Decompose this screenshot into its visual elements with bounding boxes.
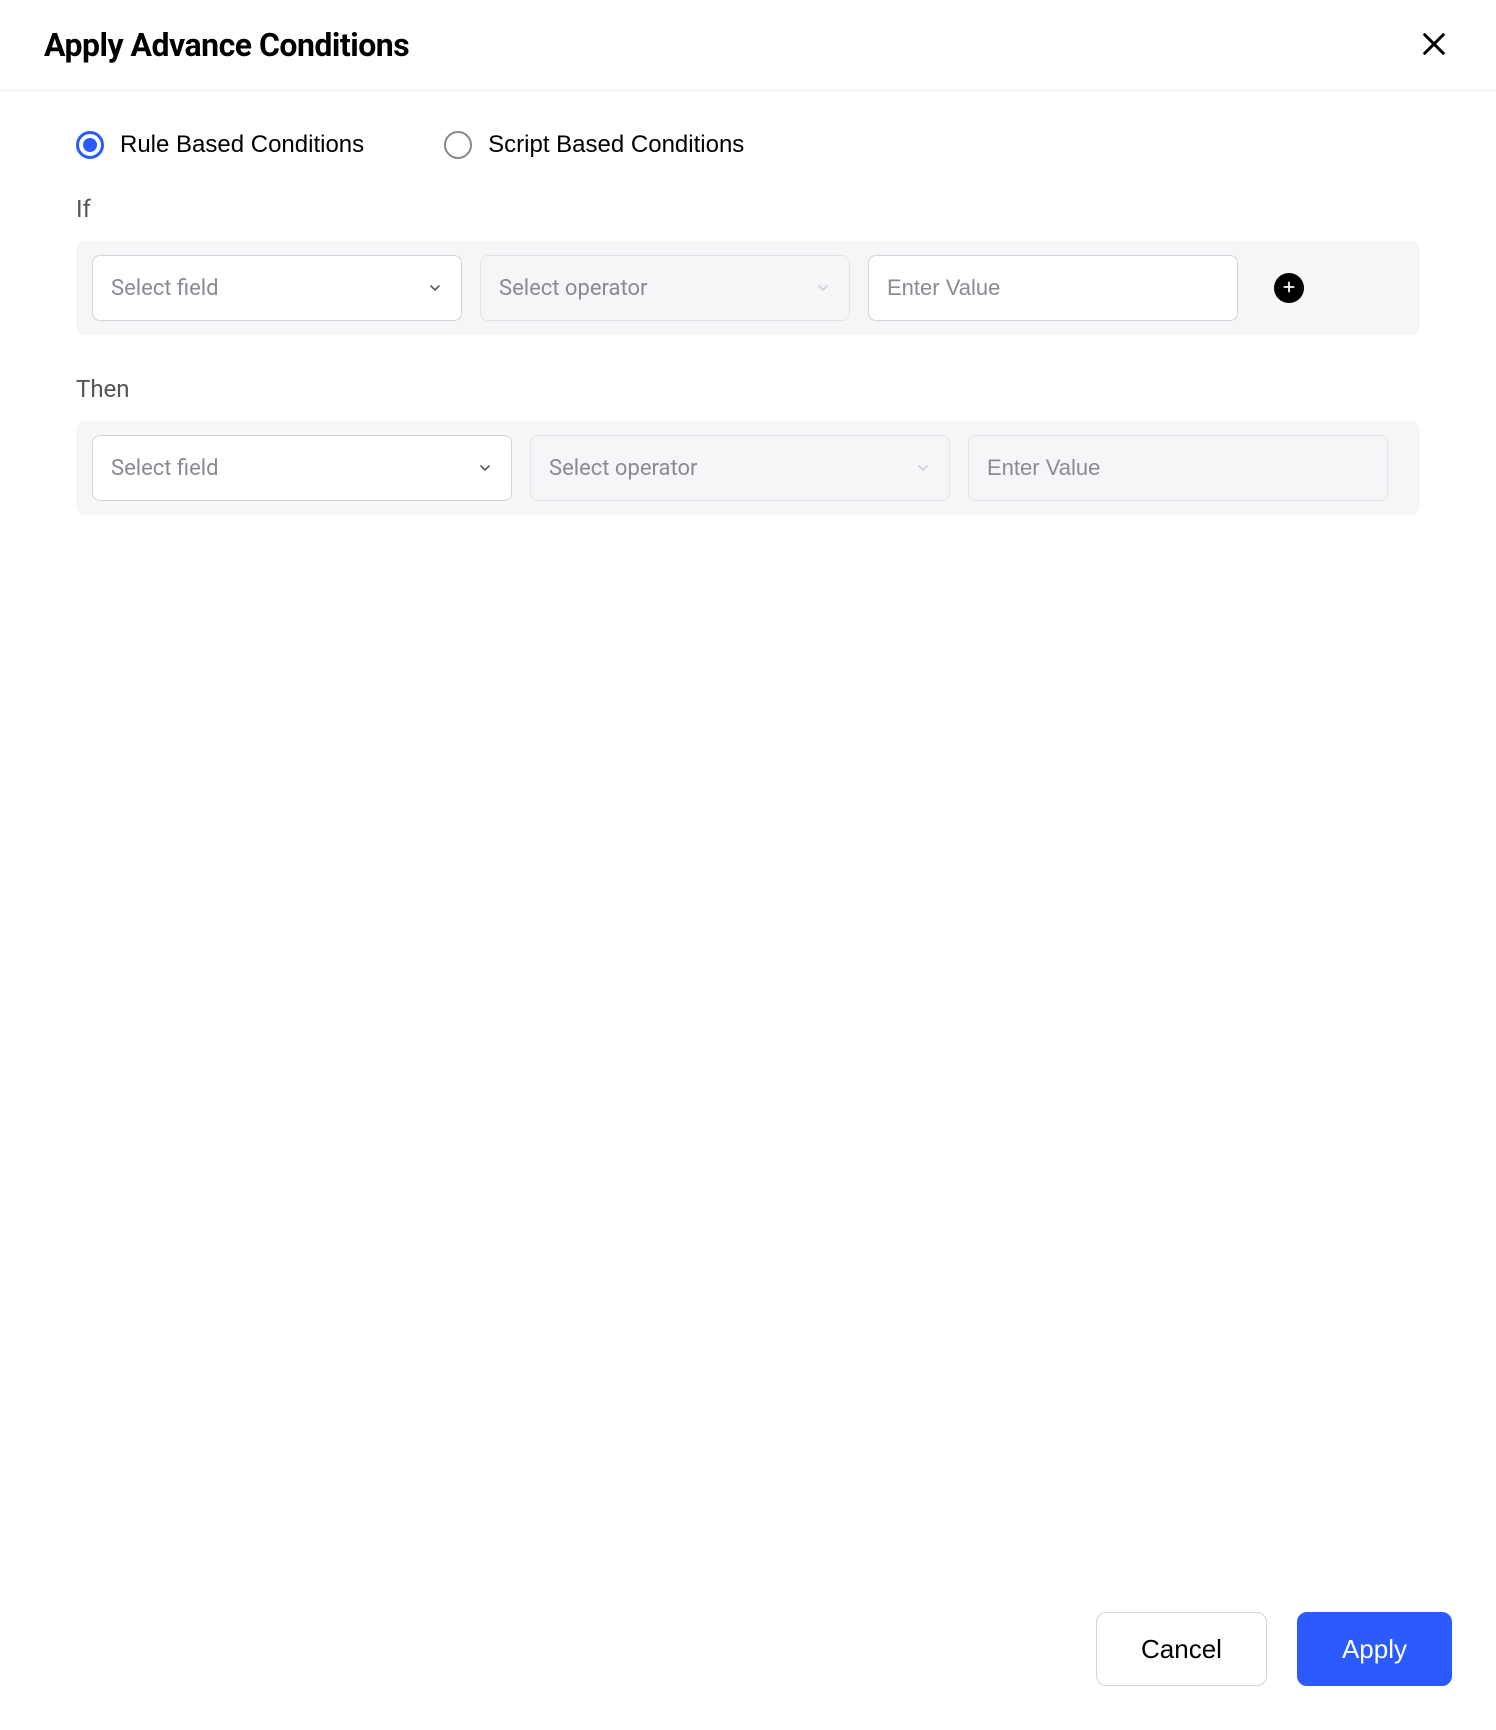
- select-placeholder: Select operator: [549, 456, 697, 481]
- modal-header: Apply Advance Conditions: [0, 0, 1496, 91]
- add-condition-button[interactable]: [1274, 273, 1304, 303]
- if-field-select[interactable]: Select field: [92, 255, 462, 321]
- if-value-input-wrap: [868, 255, 1238, 321]
- button-label: Cancel: [1141, 1634, 1222, 1665]
- modal-body: Rule Based Conditions Script Based Condi…: [0, 91, 1496, 1612]
- chevron-down-icon: [813, 278, 833, 298]
- if-condition-row: Select field Select operator: [76, 241, 1420, 335]
- radio-script-based[interactable]: Script Based Conditions: [444, 131, 744, 159]
- radio-rule-based[interactable]: Rule Based Conditions: [76, 131, 364, 159]
- if-operator-select[interactable]: Select operator: [480, 255, 850, 321]
- modal-footer: Cancel Apply: [0, 1612, 1496, 1730]
- if-section-label: If: [76, 195, 1420, 223]
- select-placeholder: Select operator: [499, 276, 647, 301]
- select-placeholder: Select field: [111, 456, 219, 481]
- then-condition-row: Select field Select operator: [76, 421, 1420, 515]
- close-button[interactable]: [1416, 27, 1452, 63]
- radio-label: Rule Based Conditions: [120, 131, 364, 159]
- chevron-down-icon: [475, 458, 495, 478]
- radio-label: Script Based Conditions: [488, 131, 744, 159]
- plus-icon: [1282, 280, 1296, 297]
- then-section-label: Then: [76, 375, 1420, 403]
- apply-conditions-modal: Apply Advance Conditions Rule Based Cond…: [0, 0, 1496, 1730]
- radio-selected-icon: [76, 131, 104, 159]
- chevron-down-icon: [425, 278, 445, 298]
- then-operator-select[interactable]: Select operator: [530, 435, 950, 501]
- radio-unselected-icon: [444, 131, 472, 159]
- then-value-input-wrap: [968, 435, 1388, 501]
- if-value-input[interactable]: [869, 256, 1237, 320]
- then-field-select[interactable]: Select field: [92, 435, 512, 501]
- apply-button[interactable]: Apply: [1297, 1612, 1452, 1686]
- then-value-input[interactable]: [969, 436, 1387, 500]
- cancel-button[interactable]: Cancel: [1096, 1612, 1267, 1686]
- chevron-down-icon: [913, 458, 933, 478]
- button-label: Apply: [1342, 1634, 1407, 1665]
- close-icon: [1420, 30, 1448, 61]
- modal-title: Apply Advance Conditions: [44, 26, 409, 64]
- select-placeholder: Select field: [111, 276, 219, 301]
- condition-type-radio-group: Rule Based Conditions Script Based Condi…: [76, 131, 1420, 159]
